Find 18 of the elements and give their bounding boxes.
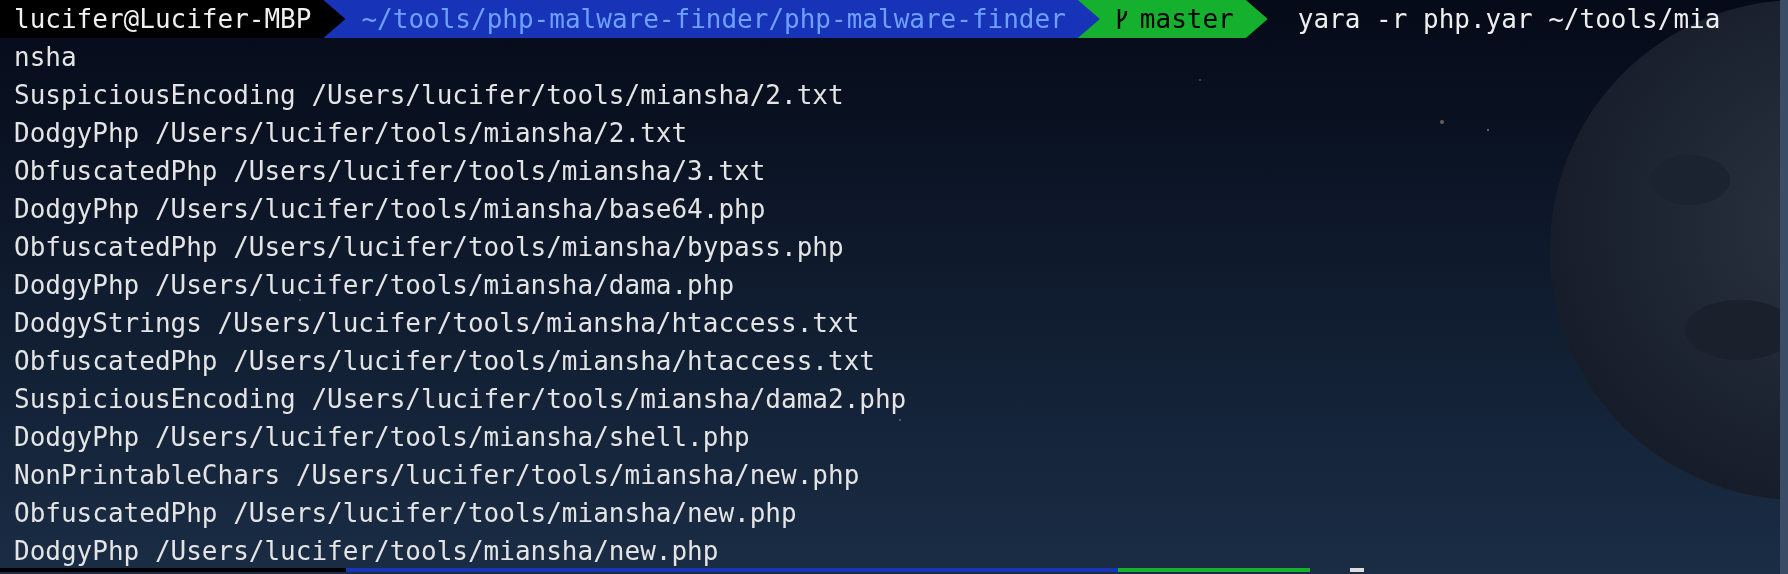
- command-text: nsha: [14, 41, 77, 74]
- output-line: DodgyPhp /Users/lucifer/tools/miansha/dama.php: [14, 269, 735, 302]
- output-line: ObfuscatedPhp /Users/lucifer/tools/miansha/new.php: [14, 497, 797, 530]
- output-line: ObfuscatedPhp /Users/lucifer/tools/miansha/bypass.php: [14, 231, 844, 264]
- output-line: DodgyPhp /Users/lucifer/tools/miansha/shell.php: [14, 421, 750, 454]
- output-line: DodgyPhp /Users/lucifer/tools/miansha/2.txt: [14, 117, 688, 150]
- output-line: SuspiciousEncoding /Users/lucifer/tools/miansha/dama2.php: [14, 383, 907, 416]
- branch-icon: [1115, 9, 1128, 29]
- output-line: ObfuscatedPhp /Users/lucifer/tools/miansha/htaccess.txt: [14, 345, 875, 378]
- command-text: yara -r php.yar ~/tools/mia: [1297, 4, 1721, 34]
- output-line: SuspiciousEncoding /Users/lucifer/tools/miansha/2.txt: [14, 79, 844, 112]
- output-line: DodgyPhp /Users/lucifer/tools/miansha/base64.php: [14, 193, 766, 226]
- output-line: DodgyStrings /Users/lucifer/tools/miansha/htaccess.txt: [14, 307, 860, 340]
- output-line: ObfuscatedPhp /Users/lucifer/tools/miansha/3.txt: [14, 155, 766, 188]
- path-segment: ~/tools/php-malware-finder/php-malware-finder: [323, 0, 1100, 38]
- output-line: NonPrintableChars /Users/lucifer/tools/miansha/new.php: [14, 459, 860, 492]
- user-host-segment: lucifer@Lucifer-MBP: [0, 0, 346, 38]
- output-line: DodgyPhp /Users/lucifer/tools/miansha/new.php: [14, 535, 719, 568]
